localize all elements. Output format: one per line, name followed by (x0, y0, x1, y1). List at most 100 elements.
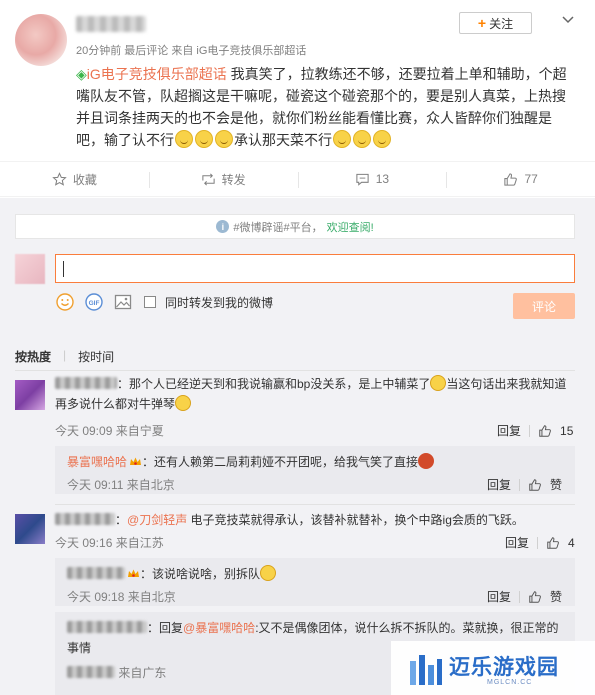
reply-time: 来自广东 (67, 664, 166, 681)
divider (529, 424, 531, 437)
comment-separator: ： (115, 513, 128, 527)
reply-text: 暴富嘿哈哈 ：还有人赖第二局莉莉娅不开团呢，给我气笑了直接 (67, 452, 567, 472)
reply-username[interactable]: 暴富嘿哈哈 (67, 455, 127, 469)
thumbs-up-icon (504, 172, 518, 186)
info-icon: i (216, 220, 230, 233)
like-label: 赞 (550, 478, 563, 492)
super-topic-link[interactable]: iG电子竞技俱乐部超话 (87, 66, 227, 82)
thumbs-up-icon[interactable] (528, 478, 542, 492)
sync-repost-checkbox[interactable] (144, 296, 156, 308)
reply-time: 今天 09:11 来自北京 (67, 478, 175, 492)
emoji-icon (333, 130, 351, 148)
reply-button[interactable]: 回复 (497, 422, 521, 439)
notice-text: #微博辟谣#平台， (233, 221, 323, 234)
comment-input[interactable] (55, 254, 575, 283)
vip-crown-icon (128, 569, 139, 577)
reply-mention[interactable]: @暴富嘿哈哈 (183, 621, 255, 635)
divider (519, 590, 521, 603)
reply-text: ：该说啥说啥，别拆队 (67, 564, 567, 584)
comment-username-blurred[interactable] (55, 377, 117, 389)
like-count: 77 (524, 172, 538, 186)
reply-actions: 回复 赞 (487, 588, 562, 605)
reply-button[interactable]: 回复 (487, 588, 511, 605)
divider (55, 504, 575, 505)
emoji-icon (418, 453, 435, 469)
reply-body: ：还有人赖第二局莉莉娅不开团呢，给我气笑了直接 (142, 455, 419, 469)
post-meta: 20分钟前 最后评论 来自 iG电子竞技俱乐部超话 (76, 45, 307, 57)
like-label: 赞 (550, 590, 563, 604)
reply-time-blurred (67, 666, 115, 678)
favorite-label: 收藏 (72, 172, 97, 187)
repost-icon (201, 173, 215, 185)
weibo-post: 20分钟前 最后评论 来自 iG电子竞技俱乐部超话 + 关注 ◈iG电子竞技俱乐… (0, 0, 595, 160)
sort-tabs: 按热度 | 按时间 (15, 348, 114, 365)
author-avatar[interactable] (15, 14, 67, 66)
comment-actions: 回复 4 (505, 534, 575, 551)
star-icon (52, 171, 67, 186)
tab-sort-hot[interactable]: 按热度 (15, 348, 51, 365)
comment-avatar[interactable] (15, 380, 45, 410)
divider (519, 478, 521, 491)
tab-sort-time[interactable]: 按时间 (78, 348, 114, 365)
follow-label: 关注 (489, 16, 514, 31)
comment-toolbar: GIF 同时转发到我的微博 (55, 291, 273, 313)
reply-time: 今天 09:18 来自北京 (67, 590, 176, 604)
comment-actions: 回复 15 (497, 422, 573, 439)
sync-repost-label: 同时转发到我的微博 (165, 295, 274, 310)
thumbs-up-icon[interactable] (528, 590, 542, 604)
comment-like-count: 4 (568, 535, 575, 550)
favorite-button[interactable]: 收藏 (0, 162, 149, 196)
comment-body: 电子竞技菜就得承认，该替补就替补，换个中路ig会质的飞跃。 (187, 513, 524, 527)
post-content: ◈iG电子竞技俱乐部超话 我真笑了，拉教练还不够，还要拉着上单和辅助，个超嘴队友… (76, 63, 576, 151)
repost-label: 转发 (221, 172, 246, 187)
reply-username-blurred[interactable] (67, 621, 147, 633)
emoji-icon (175, 130, 193, 148)
site-watermark: 迈乐游戏园 MGLCN.CC (391, 641, 595, 695)
gif-icon[interactable]: GIF (84, 292, 104, 312)
reply-button[interactable]: 回复 (505, 534, 529, 551)
author-name-blurred[interactable] (76, 16, 146, 32)
emoji-icon (195, 130, 213, 148)
comment-button[interactable]: 13 (297, 162, 447, 196)
comment-text: ：那个人已经逆天到和我说输赢和bp没关系，是上中辅菜了 当这句话出来我就知道再多说… (55, 374, 577, 414)
notice-link[interactable]: 欢迎查阅! (327, 219, 374, 235)
plus-icon: + (477, 15, 487, 31)
sort-separator: | (63, 348, 67, 362)
emoji-icon (373, 130, 391, 148)
comment-body: ：那个人已经逆天到和我说输赢和bp没关系，是上中辅菜了 (117, 377, 431, 391)
repost-button[interactable]: 转发 (148, 162, 298, 196)
comment-mention[interactable]: @刀剑轻声 (127, 513, 187, 527)
thumbs-up-icon[interactable] (538, 424, 552, 438)
thumbs-up-icon[interactable] (546, 536, 560, 550)
emoji-picker-icon[interactable] (55, 292, 75, 312)
emoji-icon (175, 395, 192, 411)
watermark-name: 迈乐游戏园 (449, 656, 559, 679)
reply-actions: 回复 赞 (487, 476, 562, 493)
my-avatar (15, 254, 45, 284)
svg-text:GIF: GIF (89, 300, 100, 307)
image-upload-icon[interactable] (113, 292, 133, 312)
post-text-part2: 承认那天菜不行 (234, 132, 332, 148)
comment-time: 今天 09:16 来自江苏 (55, 536, 164, 550)
super-topic-icon: ◈ (76, 66, 87, 82)
comment-panel: i #微博辟谣#平台， 欢迎查阅! GIF 同时转发到我的微博 评论 按热度 | … (0, 198, 595, 695)
reply-button[interactable]: 回复 (487, 476, 511, 493)
reply-username-blurred[interactable] (67, 567, 125, 579)
reply-body: ：该说啥说啥，别拆队 (140, 567, 261, 581)
comment-count: 13 (375, 172, 390, 186)
comment-text: ：@刀剑轻声 电子竞技菜就得承认，该替补就替补，换个中路ig会质的飞跃。 (55, 510, 577, 530)
emoji-icon (215, 130, 233, 148)
emoji-icon (430, 375, 447, 391)
submit-comment-button[interactable]: 评论 (513, 293, 575, 319)
comment-like-count: 15 (560, 423, 574, 438)
emoji-icon (260, 565, 277, 581)
comment-avatar[interactable] (15, 514, 45, 544)
comment-time: 今天 09:09 来自宁夏 (55, 424, 164, 438)
like-button[interactable]: 77 (446, 162, 595, 196)
comment-username-blurred[interactable] (55, 513, 115, 525)
watermark-domain: MGLCN.CC (487, 679, 533, 686)
divider (15, 370, 575, 371)
follow-button[interactable]: + 关注 (459, 12, 532, 34)
chevron-down-icon[interactable] (560, 11, 576, 27)
emoji-icon (353, 130, 371, 148)
